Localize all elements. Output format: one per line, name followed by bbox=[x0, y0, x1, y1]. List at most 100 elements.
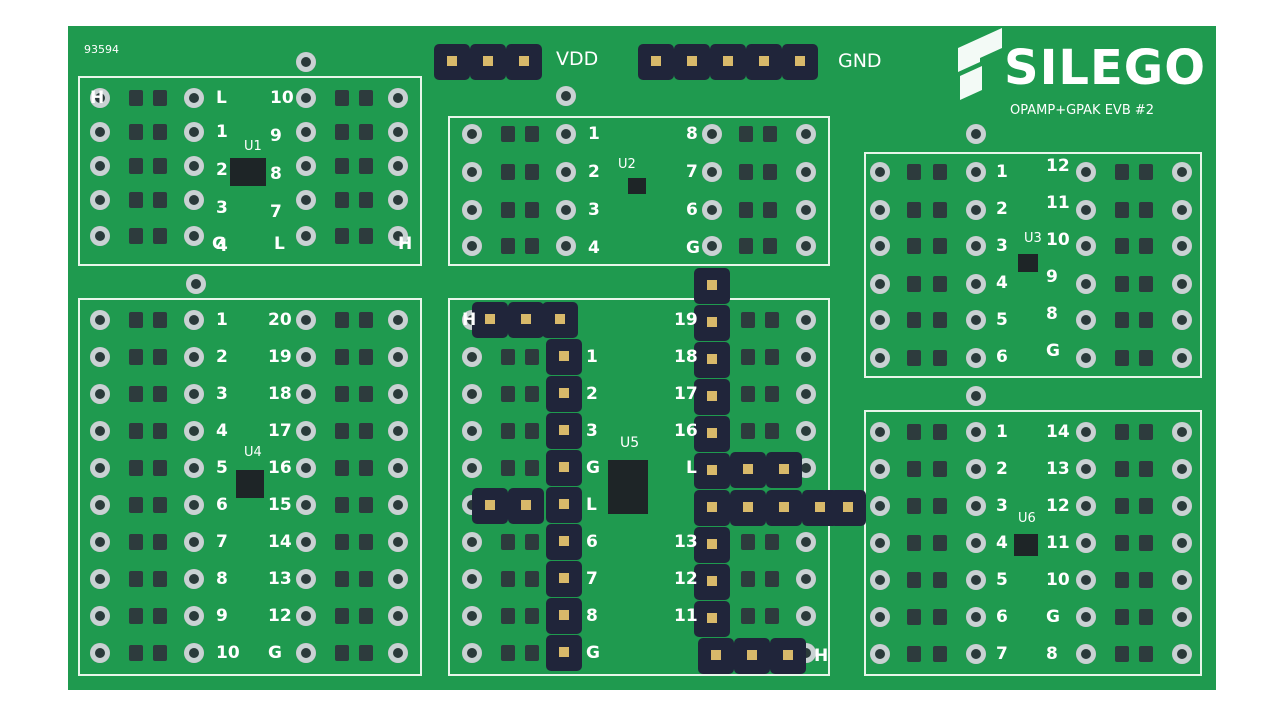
through-hole bbox=[184, 226, 204, 246]
pin-header[interactable] bbox=[730, 452, 766, 488]
through-hole bbox=[184, 190, 204, 210]
pin-header[interactable] bbox=[694, 342, 730, 378]
pin-header[interactable] bbox=[694, 305, 730, 341]
through-hole bbox=[796, 200, 816, 220]
pin-label: 8 bbox=[686, 124, 698, 144]
smd-pad bbox=[1115, 202, 1129, 218]
through-hole bbox=[556, 86, 576, 106]
through-hole bbox=[388, 347, 408, 367]
through-hole bbox=[1076, 310, 1096, 330]
pin-header[interactable] bbox=[546, 413, 582, 449]
u4-chip bbox=[236, 470, 264, 498]
pin-header[interactable] bbox=[508, 488, 544, 524]
through-hole bbox=[184, 569, 204, 589]
smd-pad bbox=[525, 571, 539, 587]
pin-header[interactable] bbox=[694, 453, 730, 489]
through-hole bbox=[1076, 422, 1096, 442]
pin-header[interactable] bbox=[546, 450, 582, 486]
pin-header[interactable] bbox=[546, 635, 582, 671]
pin-label: 8 bbox=[1046, 304, 1058, 324]
smd-pad bbox=[1139, 609, 1153, 625]
pin-label: 19 bbox=[674, 310, 698, 330]
smd-pad bbox=[335, 228, 349, 244]
pin-header[interactable] bbox=[694, 379, 730, 415]
pin-label: H bbox=[90, 88, 105, 108]
pin-header[interactable] bbox=[546, 376, 582, 412]
smd-pad bbox=[765, 608, 779, 624]
pin-header[interactable] bbox=[694, 601, 730, 637]
through-hole bbox=[388, 310, 408, 330]
serial-number: 93594 bbox=[84, 43, 119, 56]
through-hole bbox=[462, 124, 482, 144]
smd-pad bbox=[153, 158, 167, 174]
through-hole bbox=[388, 458, 408, 478]
pin-header[interactable] bbox=[766, 452, 802, 488]
smd-pad bbox=[335, 571, 349, 587]
pin-header[interactable] bbox=[546, 487, 582, 523]
through-hole bbox=[388, 606, 408, 626]
pin-header[interactable] bbox=[694, 527, 730, 563]
pin-label: 13 bbox=[268, 569, 292, 589]
pin-header[interactable] bbox=[472, 302, 508, 338]
smd-pad bbox=[359, 158, 373, 174]
smd-pad bbox=[153, 460, 167, 476]
smd-pad bbox=[765, 534, 779, 550]
smd-pad bbox=[1115, 276, 1129, 292]
smd-pad bbox=[129, 423, 143, 439]
pin-header[interactable] bbox=[694, 416, 730, 452]
pin-header[interactable] bbox=[546, 561, 582, 597]
smd-pad bbox=[525, 534, 539, 550]
smd-pad bbox=[501, 423, 515, 439]
smd-pad bbox=[1139, 646, 1153, 662]
pin-label: 5 bbox=[996, 310, 1008, 330]
pin-header[interactable] bbox=[734, 638, 770, 674]
pin-label: 11 bbox=[1046, 193, 1070, 213]
smd-pad bbox=[1139, 461, 1153, 477]
pin-header[interactable] bbox=[694, 490, 730, 526]
pin-header[interactable] bbox=[508, 302, 544, 338]
smd-pad bbox=[129, 124, 143, 140]
pin-header[interactable] bbox=[766, 490, 802, 526]
pin-header[interactable] bbox=[546, 339, 582, 375]
smd-pad bbox=[739, 202, 753, 218]
smd-pad bbox=[359, 460, 373, 476]
smd-pad bbox=[335, 534, 349, 550]
pin-header[interactable] bbox=[830, 490, 866, 526]
smd-pad bbox=[763, 126, 777, 142]
u5-name: U5 bbox=[620, 435, 640, 451]
smd-pad bbox=[739, 238, 753, 254]
pin-label: 1 bbox=[996, 422, 1008, 442]
smd-pad bbox=[501, 534, 515, 550]
pin-label: 1 bbox=[588, 124, 600, 144]
pin-header[interactable] bbox=[730, 490, 766, 526]
smd-pad bbox=[501, 164, 515, 180]
through-hole bbox=[966, 570, 986, 590]
pin-header[interactable] bbox=[770, 638, 806, 674]
pin-header[interactable] bbox=[472, 488, 508, 524]
through-hole bbox=[462, 384, 482, 404]
smd-pad bbox=[907, 461, 921, 477]
pin-label: G bbox=[268, 643, 282, 663]
smd-pad bbox=[1139, 276, 1153, 292]
pin-header[interactable] bbox=[694, 564, 730, 600]
through-hole bbox=[966, 459, 986, 479]
smd-pad bbox=[129, 608, 143, 624]
pin-label: 12 bbox=[1046, 156, 1070, 176]
pin-header[interactable] bbox=[542, 302, 578, 338]
pin-label: 7 bbox=[686, 162, 698, 182]
pin-header[interactable] bbox=[546, 598, 582, 634]
smd-pad bbox=[359, 534, 373, 550]
through-hole bbox=[1172, 348, 1192, 368]
pin-header[interactable] bbox=[546, 524, 582, 560]
through-hole bbox=[90, 569, 110, 589]
smd-pad bbox=[765, 571, 779, 587]
pin-header[interactable] bbox=[694, 268, 730, 304]
u3-chip bbox=[1018, 254, 1038, 272]
smd-pad bbox=[153, 312, 167, 328]
through-hole bbox=[1172, 200, 1192, 220]
smd-pad bbox=[741, 423, 755, 439]
pin-header[interactable] bbox=[698, 638, 734, 674]
smd-pad bbox=[501, 349, 515, 365]
through-hole bbox=[1076, 162, 1096, 182]
through-hole bbox=[296, 458, 316, 478]
